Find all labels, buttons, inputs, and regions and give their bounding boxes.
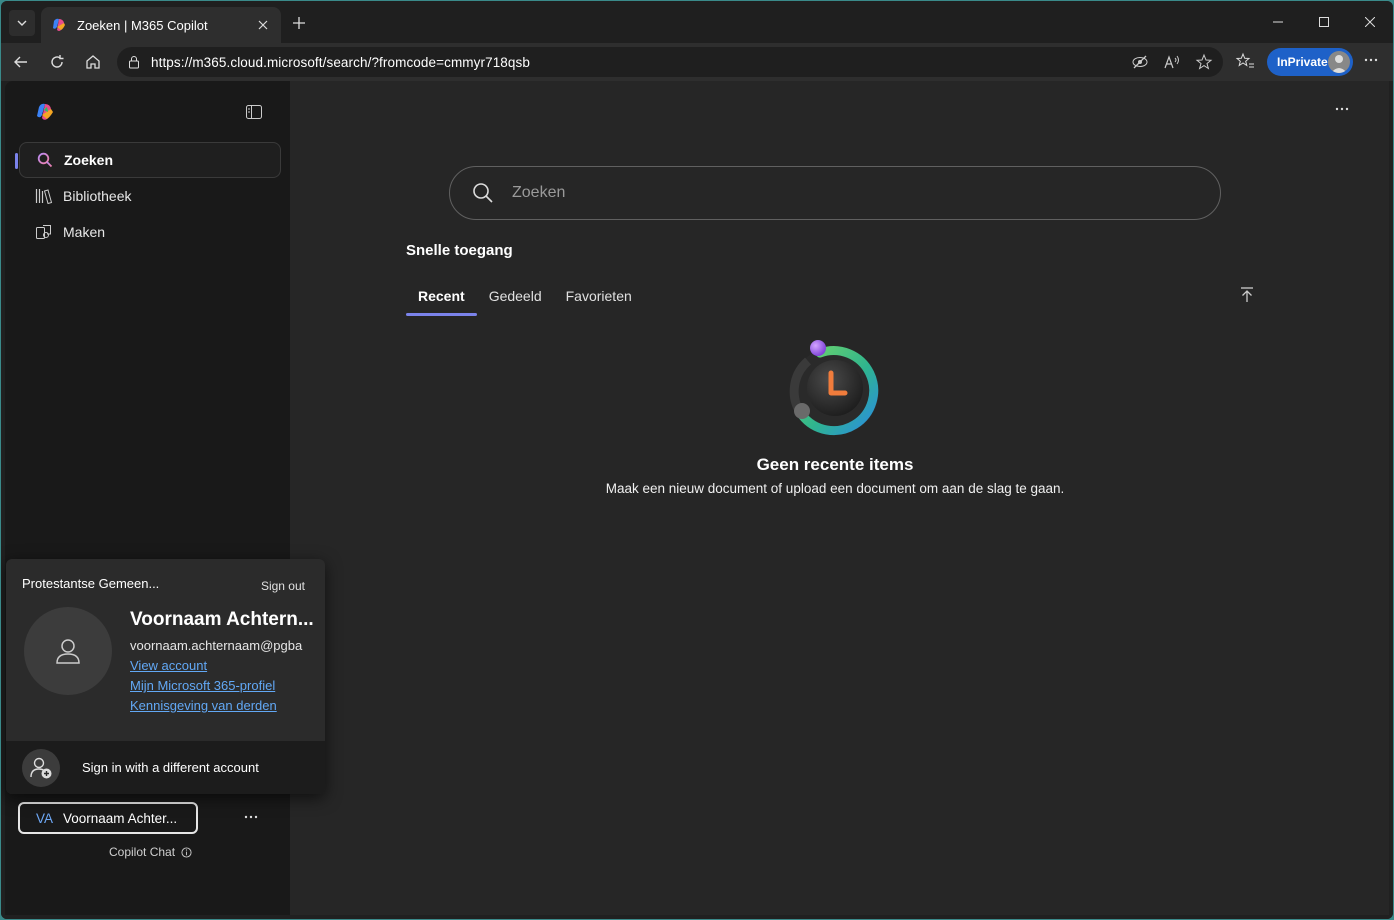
different-account-label: Sign in with a different account (82, 760, 259, 775)
active-nav-indicator (15, 153, 18, 169)
close-window-icon[interactable] (1347, 1, 1393, 43)
sign-in-different-account-button[interactable]: Sign in with a different account (6, 741, 325, 794)
tab-list-button[interactable] (9, 10, 35, 36)
tab-favorieten[interactable]: Favorieten (554, 281, 644, 316)
minimize-icon[interactable] (1255, 1, 1301, 43)
copilot-chat-info[interactable]: Copilot Chat (109, 845, 192, 859)
browser-tab-active[interactable]: Zoeken | M365 Copilot (41, 7, 281, 43)
favorites-icon[interactable] (1235, 52, 1255, 75)
copilot-favicon-icon (53, 18, 65, 31)
account-avatar (24, 607, 112, 695)
tracking-prevention-icon[interactable] (1129, 52, 1151, 72)
sidebar-item-label: Zoeken (64, 152, 114, 168)
read-aloud-icon[interactable] (1161, 52, 1183, 72)
sidebar-item-zoeken[interactable]: Zoeken (19, 142, 281, 178)
lock-icon[interactable] (127, 55, 141, 69)
search-icon (36, 151, 54, 169)
browser-more-icon[interactable] (1363, 52, 1379, 73)
sidebar-item-label: Maken (63, 224, 106, 240)
url-text: https://m365.cloud.microsoft/search/?fro… (151, 54, 530, 70)
page-more-icon[interactable] (1334, 101, 1350, 122)
tab-title: Zoeken | M365 Copilot (77, 17, 208, 33)
favorite-star-icon[interactable] (1193, 52, 1215, 72)
sign-out-button[interactable]: Sign out (261, 579, 305, 593)
profile-avatar (1328, 51, 1350, 73)
inprivate-label: InPrivate (1277, 55, 1328, 69)
home-icon[interactable] (81, 50, 105, 74)
view-account-link[interactable]: View account (130, 658, 207, 673)
account-initials: VA (36, 810, 54, 826)
search-input[interactable]: Zoeken (449, 166, 1221, 220)
scroll-to-top-icon[interactable] (1238, 286, 1256, 304)
back-icon[interactable] (9, 50, 33, 74)
account-button[interactable]: VA Voornaam Achter... (18, 802, 198, 834)
organization-name: Protestantse Gemeen... (22, 576, 160, 591)
account-button-name: Voornaam Achter... (63, 810, 178, 826)
page-content: Zoeken Bibliotheek Maken VA Voornaam Ach… (1, 81, 1393, 919)
account-display-name: Voornaam Achtern... (130, 609, 314, 630)
search-icon (473, 183, 493, 203)
tab-recent[interactable]: Recent (406, 281, 477, 316)
browser-window: Zoeken | M365 Copilot https://m365.cloud… (1, 1, 1393, 919)
copilot-logo-icon[interactable] (35, 102, 55, 122)
create-icon (35, 223, 53, 241)
main-area: Zoeken Snelle toegang Recent Gedeeld Fav… (290, 81, 1389, 915)
address-bar[interactable]: https://m365.cloud.microsoft/search/?fro… (117, 47, 1223, 77)
account-more-icon[interactable] (243, 809, 259, 830)
new-tab-icon[interactable] (289, 13, 309, 33)
empty-state-subtitle: Maak een nieuw document of upload een do… (605, 481, 1065, 496)
recent-clock-illustration-icon (789, 340, 879, 436)
title-bar: Zoeken | M365 Copilot (1, 1, 1393, 43)
chevron-down-icon (17, 20, 27, 26)
third-party-notice-link[interactable]: Kennisgeving van derden (130, 698, 277, 713)
address-toolbar: https://m365.cloud.microsoft/search/?fro… (1, 43, 1393, 81)
search-placeholder: Zoeken (512, 184, 566, 201)
person-icon (56, 639, 80, 664)
info-icon[interactable] (181, 846, 192, 858)
inprivate-badge[interactable]: InPrivate (1267, 48, 1353, 76)
quick-access-tabs: Recent Gedeeld Favorieten (406, 281, 644, 316)
tab-gedeeld[interactable]: Gedeeld (477, 281, 554, 316)
close-tab-icon[interactable] (255, 17, 271, 33)
quick-access-title: Snelle toegang (406, 242, 513, 259)
sidebar-item-maken[interactable]: Maken (19, 214, 281, 250)
collapse-sidebar-icon[interactable] (245, 103, 263, 121)
account-email: voornaam.achternaam@pgba (130, 638, 303, 653)
account-popup: Protestantse Gemeen... Sign out Voornaam… (6, 559, 325, 794)
copilot-chat-label: Copilot Chat (109, 845, 176, 859)
empty-state-title: Geen recente items (756, 455, 914, 474)
library-icon (35, 187, 53, 205)
add-account-icon (22, 748, 60, 787)
sidebar-item-bibliotheek[interactable]: Bibliotheek (19, 178, 281, 214)
maximize-icon[interactable] (1301, 1, 1347, 43)
m365-profile-link[interactable]: Mijn Microsoft 365-profiel (130, 678, 275, 693)
refresh-icon[interactable] (45, 50, 69, 74)
sidebar-item-label: Bibliotheek (63, 188, 132, 204)
